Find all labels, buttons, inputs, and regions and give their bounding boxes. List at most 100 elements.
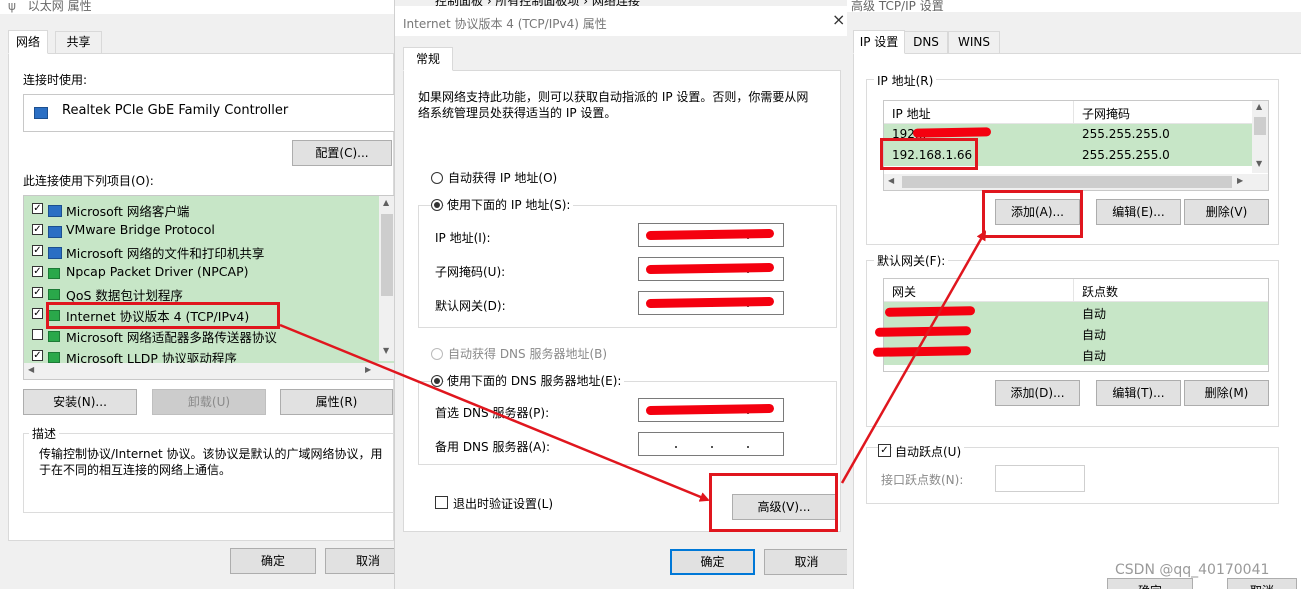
scroll-right-icon[interactable]: ▶ (1237, 176, 1243, 185)
ip-list-header: IP 地址 子网掩码 (884, 101, 1252, 124)
items-label: 此连接使用下列项目(O): (23, 174, 154, 188)
manual-dns-label[interactable]: 使用下面的 DNS 服务器地址(E): (444, 372, 625, 389)
redaction-mark (912, 127, 992, 138)
adapter-box: Realtek PCIe GbE Family Controller (23, 94, 394, 132)
auto-metric-checkbox[interactable]: ✓ (878, 444, 891, 457)
ok-button[interactable]: 确定 (1107, 578, 1193, 589)
delete-gateway-button[interactable]: 删除(M) (1184, 380, 1269, 406)
description-text: 传输控制协议/Internet 协议。该协议是默认的广域网络协议，用于在不同的相… (39, 447, 383, 477)
item-label: Microsoft 网络适配器多路传送器协议 (66, 330, 277, 345)
add-gateway-button[interactable]: 添加(D)... (995, 380, 1080, 406)
metric-cell: 自动 (1082, 328, 1107, 342)
scroll-thumb[interactable] (902, 176, 1232, 188)
delete-ip-button[interactable]: 删除(V) (1184, 199, 1269, 225)
manual-ip-label[interactable]: 使用下面的 IP 地址(S): (444, 196, 574, 213)
cancel-button[interactable]: 取消 (325, 548, 394, 574)
auto-metric-label[interactable]: 自动跃点(U) (892, 443, 965, 460)
alternate-dns-field[interactable] (638, 432, 784, 456)
auto-ip-radio[interactable] (431, 172, 443, 184)
gateway-list[interactable]: 网关 跃点数 自动 自动 自动 (883, 278, 1269, 372)
tab-dns[interactable]: DNS (904, 31, 948, 54)
validate-label[interactable]: 退出时验证设置(L) (453, 495, 553, 512)
auto-dns-label[interactable]: 自动获得 DNS 服务器地址(B) (448, 345, 607, 362)
manual-dns-radio[interactable] (431, 375, 443, 387)
item-checkbox[interactable]: ✓ (32, 287, 43, 298)
tab-network[interactable]: 网络 (8, 30, 48, 54)
scroll-left-icon[interactable]: ◀ (28, 365, 34, 374)
column-ip-address[interactable]: IP 地址 (892, 105, 931, 122)
watermark: CSDN @qq_40170041 (1115, 562, 1270, 578)
validate-checkbox[interactable] (435, 496, 448, 509)
network-client-icon (48, 245, 65, 259)
item-label: VMware Bridge Protocol (66, 222, 215, 237)
cancel-button[interactable]: 取消 (764, 549, 847, 575)
ok-button[interactable]: 确定 (670, 549, 755, 575)
list-item[interactable]: ✓ Microsoft LLDP 协议驱动程序 (24, 345, 378, 363)
item-checkbox[interactable]: ✓ (32, 245, 43, 256)
column-gateway[interactable]: 网关 (892, 283, 916, 300)
scroll-up-icon[interactable]: ▲ (1256, 102, 1262, 111)
edit-ip-button[interactable]: 编辑(E)... (1096, 199, 1181, 225)
network-tab-panel: 连接时使用: Realtek PCIe GbE Family Controlle… (8, 53, 394, 541)
items-horizontal-scrollbar[interactable]: ◀ ▶ (24, 363, 394, 379)
column-subnet-mask[interactable]: 子网掩码 (1082, 105, 1130, 122)
adapter-icon (34, 105, 51, 119)
gateway-group-label: 默认网关(F): (874, 252, 949, 269)
item-checkbox[interactable] (32, 329, 43, 340)
item-label: Microsoft 网络客户端 (66, 204, 190, 219)
ip-list-horizontal-scrollbar[interactable]: ◀ ▶ (884, 174, 1268, 190)
scroll-down-icon[interactable]: ▼ (383, 346, 389, 355)
metric-cell: 自动 (1082, 349, 1107, 363)
list-item[interactable]: ✓ Microsoft 网络的文件和打印机共享 (24, 240, 378, 261)
redaction-mark (872, 346, 972, 357)
list-item[interactable]: ✓ Npcap Packet Driver (NPCAP) (24, 261, 378, 282)
item-checkbox[interactable]: ✓ (32, 350, 43, 361)
ip-address-group-label: IP 地址(R) (874, 72, 937, 89)
item-checkbox[interactable]: ✓ (32, 224, 43, 235)
auto-dns-radio[interactable] (431, 348, 443, 360)
window-icon: ψ (8, 0, 16, 13)
mask-cell: 255.255.255.0 (1082, 127, 1170, 141)
items-list[interactable]: ✓ Microsoft 网络客户端 ✓ VMware Bridge Protocol ✓… (23, 195, 394, 380)
ethernet-properties-dialog: ψ 以太网 属性 网络 共享 连接时使用: Realtek PCIe GbE F… (0, 0, 394, 589)
items-vertical-scrollbar[interactable]: ▲ ▼ (379, 196, 394, 361)
configure-button[interactable]: 配置(C)... (292, 140, 392, 166)
protocol-icon (48, 266, 63, 280)
close-icon[interactable]: × (832, 10, 845, 29)
ip-list-vertical-scrollbar[interactable]: ▲ ▼ (1252, 101, 1268, 173)
interface-metric-field[interactable] (995, 465, 1085, 492)
ok-button[interactable]: 确定 (230, 548, 316, 574)
title-bar: 高级 TCP/IP 设置 (847, 0, 1301, 12)
item-checkbox[interactable]: ✓ (32, 203, 43, 214)
highlight-add-button (982, 190, 1083, 238)
cancel-button[interactable]: 取消 (1227, 578, 1297, 589)
tab-wins[interactable]: WINS (948, 31, 1000, 54)
protocol-icon (48, 287, 63, 301)
highlight-advanced-button (709, 473, 838, 532)
install-button[interactable]: 安装(N)... (23, 389, 137, 415)
auto-ip-label[interactable]: 自动获得 IP 地址(O) (448, 169, 557, 186)
properties-button[interactable]: 属性(R) (280, 389, 393, 415)
list-item[interactable]: ✓ Microsoft 网络客户端 (24, 198, 378, 219)
scroll-thumb[interactable] (1254, 117, 1266, 135)
highlight-ip-entry (880, 138, 978, 170)
scroll-up-icon[interactable]: ▲ (383, 198, 389, 207)
item-checkbox[interactable]: ✓ (32, 308, 43, 319)
tab-sharing[interactable]: 共享 (55, 31, 102, 54)
list-item[interactable]: ✓ VMware Bridge Protocol (24, 219, 378, 240)
scroll-right-icon[interactable]: ▶ (365, 365, 371, 374)
list-item[interactable]: ✓ QoS 数据包计划程序 (24, 282, 378, 303)
tab-general[interactable]: 常规 (403, 47, 453, 71)
uninstall-button[interactable]: 卸载(U) (152, 389, 266, 415)
scroll-thumb[interactable] (381, 214, 393, 296)
edit-gateway-button[interactable]: 编辑(T)... (1096, 380, 1181, 406)
column-metric[interactable]: 跃点数 (1082, 283, 1118, 300)
tab-ip-settings[interactable]: IP 设置 (853, 30, 905, 54)
window-title-area: Internet 协议版本 4 (TCP/IPv4) 属性 (395, 6, 847, 36)
network-client-icon (48, 224, 65, 238)
adapter-name: Realtek PCIe GbE Family Controller (62, 103, 289, 118)
scroll-down-icon[interactable]: ▼ (1256, 159, 1262, 168)
item-checkbox[interactable]: ✓ (32, 266, 43, 277)
scroll-left-icon[interactable]: ◀ (888, 176, 894, 185)
manual-ip-radio[interactable] (431, 199, 443, 211)
